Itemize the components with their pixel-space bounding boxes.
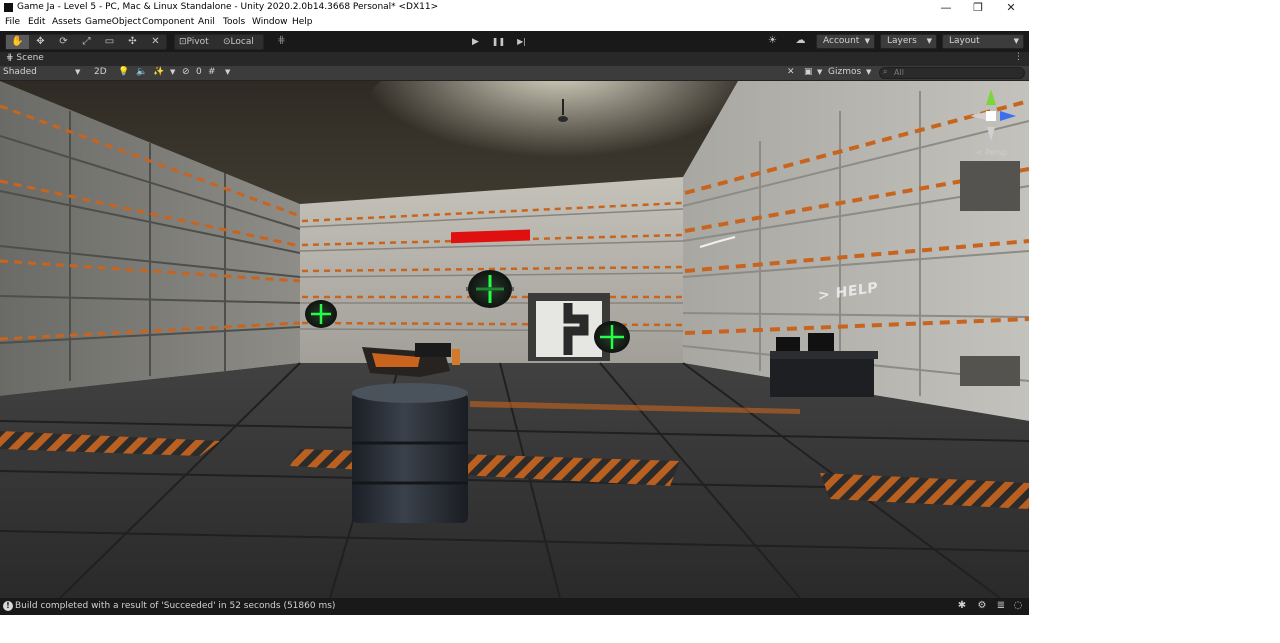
custom-tool-icon[interactable]: ✕ <box>144 35 167 49</box>
chevron-down-icon: ▼ <box>864 37 870 45</box>
scene-toolbar: Shaded ▼ 2D 💡 🔈 ✨ ▼ ⊘ 0 # ▼ ✕ ▣ ▼ Gizmos… <box>0 66 1029 81</box>
menu-component[interactable]: Component <box>142 17 194 27</box>
move-tool-icon[interactable]: ✥ <box>29 35 52 49</box>
pivot-local-group: ⊡Pivot ⊙Local <box>174 34 264 50</box>
search-icon: ⌕ <box>883 67 888 76</box>
account-label: Account <box>823 36 860 46</box>
layout-dropdown[interactable]: Layout ▼ <box>942 34 1024 49</box>
lighting-toggle-icon[interactable]: 💡 <box>118 67 129 77</box>
status-message[interactable]: Build completed with a result of 'Succee… <box>15 601 335 611</box>
hidden-objects-icon[interactable]: ⊘ <box>182 67 190 77</box>
menu-anil[interactable]: Anil <box>198 17 215 27</box>
bug-icon[interactable]: ✱ <box>956 600 968 612</box>
scene-tab-label: Scene <box>16 53 44 63</box>
chevron-down-icon: ▼ <box>170 68 176 76</box>
menu-window[interactable]: Window <box>252 17 288 27</box>
pivot-icon: ⊡ <box>179 37 187 47</box>
enemy-drone-right <box>594 321 630 353</box>
camera-icon[interactable]: ▣ <box>804 67 813 77</box>
grid-toggle-icon[interactable]: # <box>208 67 216 77</box>
draw-mode-label: Shaded <box>3 67 37 77</box>
main-toolbar: ✋ ✥ ⟳ ⤢ ▭ ✣ ✕ ⊡Pivot ⊙Local ⋕ ▶ ❚❚ ▶| ☀ … <box>0 31 1029 52</box>
toggle-2d-button[interactable]: 2D <box>94 67 107 77</box>
play-button[interactable]: ▶ <box>464 35 487 49</box>
scene-render <box>0 81 1029 598</box>
scene-search-input[interactable]: All <box>879 67 1025 79</box>
search-placeholder: All <box>894 68 904 77</box>
hand-tool-icon[interactable]: ✋ <box>6 35 29 49</box>
menu-help[interactable]: Help <box>292 17 313 27</box>
local-icon: ⊙ <box>223 37 231 47</box>
chevron-down-icon: ▼ <box>1013 37 1019 45</box>
collab-icon[interactable]: ☀ <box>761 34 784 48</box>
playback-controls: ▶ ❚❚ ▶| <box>463 34 533 50</box>
hidden-count: 0 <box>196 67 202 77</box>
pause-button[interactable]: ❚❚ <box>487 35 510 49</box>
local-toggle[interactable]: ⊙Local <box>223 35 254 49</box>
cloud-icon[interactable]: ☁ <box>789 34 812 48</box>
window-title: Game Ja - Level 5 - PC, Mac & Linux Stan… <box>17 2 439 12</box>
close-button[interactable]: ✕ <box>995 0 1027 16</box>
chevron-down-icon: ▼ <box>926 37 932 45</box>
account-dropdown[interactable]: Account ▼ <box>816 34 875 49</box>
minimize-button[interactable]: — <box>930 0 962 16</box>
layers-label: Layers <box>887 36 917 46</box>
chevron-down-icon: ▼ <box>225 68 231 76</box>
tab-scene[interactable]: ⋕ Scene <box>6 53 44 63</box>
effects-toggle-icon[interactable]: ✨ <box>153 67 164 77</box>
network-icon[interactable]: ⚙ <box>976 600 988 612</box>
enemy-drone-left <box>305 300 337 328</box>
layers-dropdown[interactable]: Layers ▼ <box>880 34 937 49</box>
chevron-down-icon: ▼ <box>817 68 823 76</box>
grid-snap-icon[interactable]: ⋕ <box>270 34 293 48</box>
scene-viewport[interactable]: > HELP < Persp <box>0 81 1029 598</box>
step-button[interactable]: ▶| <box>510 35 533 49</box>
scene-tab-bar: ⋕ Scene ⋮ <box>0 52 1029 66</box>
menu-assets[interactable]: Assets <box>52 17 81 27</box>
pivot-toggle[interactable]: ⊡Pivot <box>179 35 209 49</box>
draw-mode-dropdown[interactable]: Shaded <box>3 67 37 77</box>
layout-label: Layout <box>949 36 980 46</box>
window-title-bar: Game Ja - Level 5 - PC, Mac & Linux Stan… <box>0 0 1280 16</box>
maximize-button[interactable]: ❐ <box>962 0 994 16</box>
transform-tool-icon[interactable]: ✣ <box>121 35 144 49</box>
layers-icon[interactable]: ≣ <box>995 600 1007 612</box>
unity-app-icon <box>4 3 13 12</box>
pivot-label: Pivot <box>186 37 209 47</box>
local-label: Local <box>230 37 254 47</box>
menu-tools[interactable]: Tools <box>223 17 245 27</box>
status-bar: ! Build completed with a result of 'Succ… <box>0 598 1029 615</box>
rect-tool-icon[interactable]: ▭ <box>98 35 121 49</box>
perspective-label[interactable]: < Persp <box>976 148 1007 157</box>
tools-icon[interactable]: ✕ <box>787 67 795 77</box>
progress-icon[interactable]: ◌ <box>1012 600 1024 612</box>
gizmos-dropdown[interactable]: Gizmos <box>828 67 861 77</box>
menu-bar: File Edit Assets GameObject Component An… <box>0 16 1029 31</box>
chevron-down-icon: ▼ <box>866 68 872 76</box>
chevron-down-icon: ▼ <box>75 68 81 76</box>
transform-tools: ✋ ✥ ⟳ ⤢ ▭ ✣ ✕ <box>5 34 167 50</box>
scene-tab-icon: ⋕ <box>6 53 17 63</box>
menu-edit[interactable]: Edit <box>28 17 45 27</box>
tab-menu-icon[interactable]: ⋮ <box>1014 52 1023 62</box>
menu-file[interactable]: File <box>5 17 20 27</box>
audio-toggle-icon[interactable]: 🔈 <box>136 67 147 77</box>
info-icon: ! <box>3 601 13 611</box>
menu-gameobject[interactable]: GameObject <box>85 17 141 27</box>
scale-tool-icon[interactable]: ⤢ <box>75 35 98 49</box>
rotate-tool-icon[interactable]: ⟳ <box>52 35 75 49</box>
